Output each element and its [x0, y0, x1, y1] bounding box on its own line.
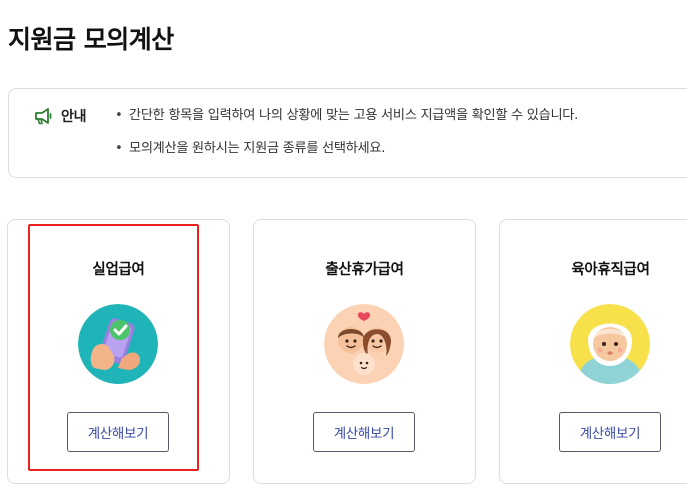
notice-label: 안내 — [61, 109, 87, 125]
notice-line: • 간단한 항목을 입력하여 나의 상황에 맞는 고용 서비스 지급액을 확인할 … — [115, 106, 578, 126]
card-maternity-leave-benefit[interactable]: 출산휴가급여 계산해보기 — [253, 219, 476, 484]
calculate-button[interactable]: 계산해보기 — [559, 412, 661, 452]
notice-list: • 간단한 항목을 입력하여 나의 상황에 맞는 고용 서비스 지급액을 확인할 … — [115, 106, 578, 172]
notice-line-text: 모의계산을 원하시는 지원금 종류를 선택하세요. — [129, 141, 386, 156]
phone-check-illustration — [78, 304, 158, 384]
page-title: 지원금 모의계산 — [8, 25, 174, 54]
notice-box: 안내 • 간단한 항목을 입력하여 나의 상황에 맞는 고용 서비스 지급액을 확… — [8, 88, 687, 178]
card-title: 육아휴직급여 — [571, 262, 650, 278]
page: 지원금 모의계산 안내 • 간단한 항목을 입력하여 나의 상황에 맞는 고용 서… — [0, 0, 687, 496]
card-title: 출산휴가급여 — [325, 262, 404, 278]
calculate-button[interactable]: 계산해보기 — [67, 412, 169, 452]
megaphone-icon — [33, 107, 53, 125]
bullet: • — [115, 108, 123, 123]
bullet: • — [115, 141, 123, 156]
card-title: 실업급여 — [92, 262, 145, 278]
notice-header: 안내 — [33, 106, 86, 126]
card-parental-leave-benefit[interactable]: 육아휴직급여 계산해보기 — [499, 219, 687, 484]
notice-line-text: 간단한 항목을 입력하여 나의 상황에 맞는 고용 서비스 지급액을 확인할 수… — [129, 108, 579, 123]
notice-line: • 모의계산을 원하시는 지원금 종류를 선택하세요. — [115, 139, 578, 159]
baby-illustration — [570, 304, 650, 384]
parents-baby-illustration — [324, 304, 404, 384]
card-unemployment-benefit[interactable]: 실업급여 계산해보기 — [7, 219, 230, 484]
calculate-button[interactable]: 계산해보기 — [313, 412, 415, 452]
